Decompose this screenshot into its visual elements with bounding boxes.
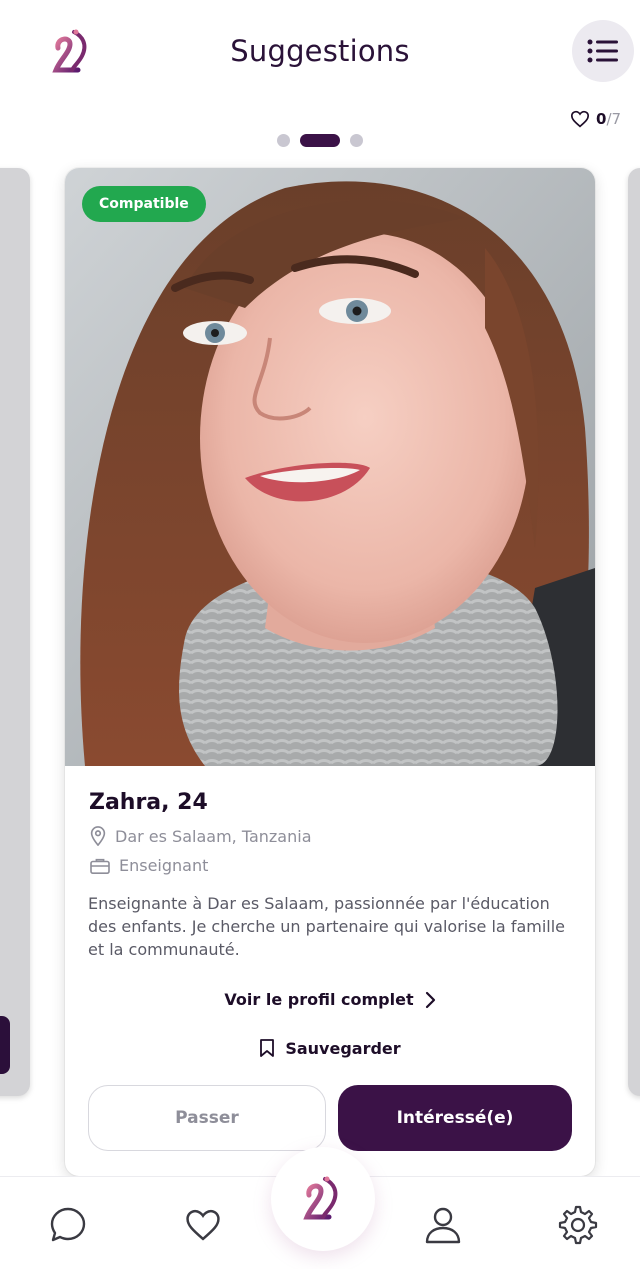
location-row: Dar es Salaam, Tanzania (89, 826, 312, 846)
profile-card: Compatible Zahra, 24 Dar es Salaam, Tanz… (65, 168, 595, 1176)
view-full-profile-link[interactable]: Voir le profil complet (65, 990, 595, 1009)
bottom-nav (0, 1147, 640, 1269)
compatible-badge: Compatible (82, 186, 206, 222)
pager-dots (0, 134, 640, 147)
nav-home[interactable] (271, 1147, 375, 1251)
suggestions-screen: Suggestions 0/7 Compatible Zahra, 24 Dar… (0, 0, 640, 1269)
heart-icon (186, 1209, 220, 1241)
interested-button[interactable]: Intéressé(e) (338, 1085, 572, 1151)
nav-chat[interactable] (46, 1203, 90, 1247)
heart-outline-icon (570, 110, 590, 128)
job-row: Enseignant (89, 856, 208, 875)
previous-card[interactable] (0, 168, 30, 1096)
profile-bio: Enseignante à Dar es Salaam, passionnée … (88, 894, 566, 959)
briefcase-icon (90, 858, 110, 874)
list-menu-icon (587, 39, 618, 63)
profile-photo[interactable]: Compatible (65, 168, 595, 766)
location-text: Dar es Salaam, Tanzania (115, 826, 312, 846)
likes-total: /7 (606, 110, 622, 128)
menu-button[interactable] (572, 20, 634, 82)
save-profile-button[interactable]: Sauvegarder (65, 1038, 595, 1058)
chat-icon (50, 1207, 86, 1242)
previous-card-button-edge (0, 1016, 10, 1074)
likes-count: 0 (596, 110, 607, 128)
likes-counter[interactable]: 0/7 (570, 108, 621, 130)
settings-icon (558, 1205, 598, 1245)
view-full-profile-label: Voir le profil complet (224, 990, 414, 1009)
pass-button[interactable]: Passer (88, 1085, 326, 1151)
pager-dot-active[interactable] (300, 134, 340, 147)
nav-likes[interactable] (181, 1203, 225, 1247)
pager-dot[interactable] (277, 134, 290, 147)
save-label: Sauvegarder (285, 1038, 401, 1058)
pager-dot[interactable] (350, 134, 363, 147)
job-text: Enseignant (119, 856, 209, 875)
page-title: Suggestions (230, 34, 410, 68)
bookmark-icon (260, 1039, 275, 1057)
nav-profile[interactable] (421, 1203, 465, 1247)
profile-icon (425, 1207, 461, 1244)
header: Suggestions 0/7 (0, 0, 640, 128)
profile-name-age: Zahra, 24 (89, 790, 208, 815)
next-card[interactable] (628, 168, 640, 1096)
nav-settings[interactable] (556, 1203, 600, 1247)
chevron-right-icon (425, 991, 435, 1008)
location-pin-icon (90, 826, 106, 846)
app-logo-icon (303, 1176, 338, 1220)
